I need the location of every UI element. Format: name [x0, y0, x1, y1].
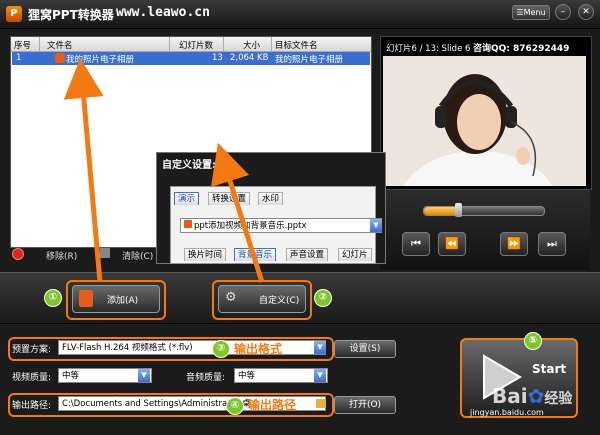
annotation-arrows	[63, 58, 265, 283]
arrow-to-table	[63, 58, 104, 283]
arrow-to-dialog	[210, 142, 265, 283]
